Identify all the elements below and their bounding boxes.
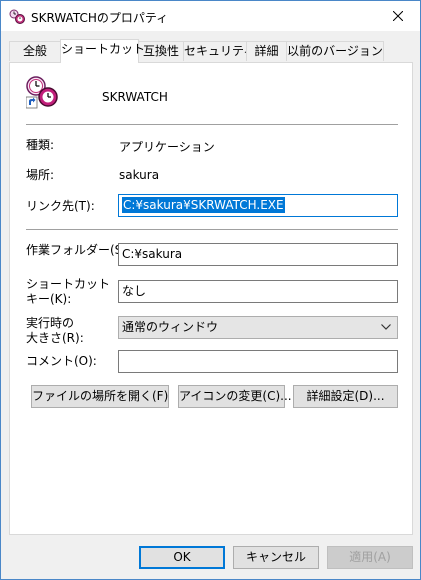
comment-label: コメント(O): (26, 354, 97, 368)
tab-previous-versions[interactable]: 以前のバージョン (286, 41, 384, 61)
workdir-label: 作業フォルダー(S): (26, 243, 132, 257)
separator (26, 229, 398, 230)
tab-security[interactable]: セキュリティ (183, 41, 255, 61)
clock-app-icon (9, 8, 25, 24)
tab-shortcut[interactable]: ショートカット (60, 39, 145, 63)
shortcut-key-input[interactable]: なし (118, 280, 398, 303)
close-icon (393, 11, 403, 21)
location-value: sakura (119, 168, 160, 182)
shortcut-tab-panel: SKRWATCH 種類: アプリケーション 場所: sakura リンク先(T)… (9, 62, 413, 535)
type-label: 種類: (26, 138, 55, 152)
properties-dialog: SKRWATCHのプロパティ 全般 ショートカット 互換性 セキュリティ 詳細 … (0, 0, 421, 580)
clock-shortcut-icon (25, 75, 58, 109)
run-size-value: 通常のウィンドウ (122, 320, 219, 334)
window-title: SKRWATCHのプロパティ (31, 11, 169, 25)
shortcut-key-label-line1: ショートカット (26, 277, 111, 291)
shortcut-key-label-line2: キー(K): (26, 292, 72, 306)
tab-general[interactable]: 全般 (9, 41, 61, 61)
chevron-down-icon (381, 324, 391, 330)
apply-button[interactable]: 適用(A) (327, 546, 413, 569)
cancel-button[interactable]: キャンセル (233, 546, 319, 569)
tab-strip: 全般 ショートカット 互換性 セキュリティ 詳細 以前のバージョン (9, 39, 413, 63)
type-value: アプリケーション (119, 140, 215, 154)
run-size-select[interactable]: 通常のウィンドウ (118, 316, 398, 339)
app-name: SKRWATCH (102, 90, 168, 104)
title-bar[interactable]: SKRWATCHのプロパティ (1, 1, 420, 31)
location-label: 場所: (26, 168, 55, 182)
tab-details[interactable]: 詳細 (246, 41, 287, 61)
open-file-location-button[interactable]: ファイルの場所を開く(F) (31, 385, 169, 408)
run-label-line2: 大きさ(R): (26, 331, 84, 345)
workdir-input[interactable]: C:¥sakura (118, 243, 398, 266)
ok-button[interactable]: OK (139, 546, 225, 569)
target-value: C:¥sakura¥SKRWATCH.EXE (122, 197, 285, 213)
close-button[interactable] (376, 1, 420, 31)
separator (26, 124, 398, 125)
target-label: リンク先(T): (26, 199, 95, 213)
advanced-button[interactable]: 詳細設定(D)... (293, 385, 398, 408)
target-input[interactable]: C:¥sakura¥SKRWATCH.EXE (118, 194, 398, 217)
run-label-line1: 実行時の (26, 316, 75, 330)
comment-input[interactable] (118, 350, 398, 373)
change-icon-button[interactable]: アイコンの変更(C)... (178, 385, 292, 408)
